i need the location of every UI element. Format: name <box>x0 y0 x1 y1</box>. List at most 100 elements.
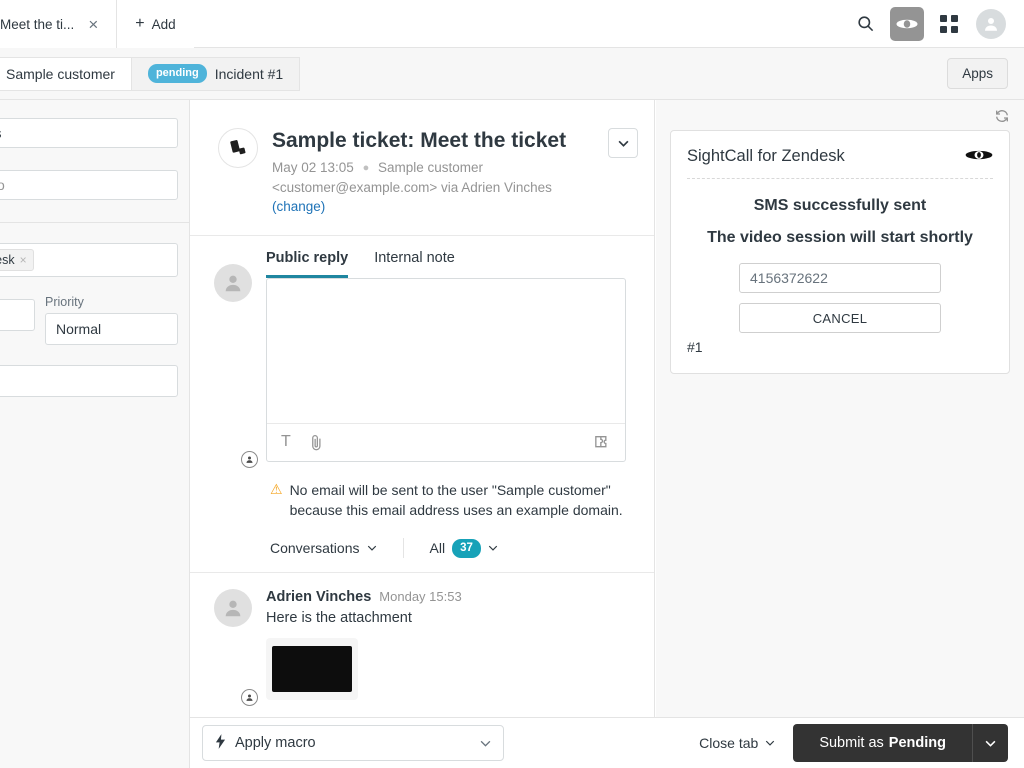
breadcrumb: Sample customer pending Incident #1 Apps <box>0 48 1024 100</box>
add-tab-label: Add <box>151 16 176 32</box>
attachment-thumbnail[interactable] <box>266 638 358 701</box>
sidebar-scroll-inner: ...rien Vinches ...r contact info ...rt … <box>0 100 189 397</box>
sightcall-footnote: #1 <box>687 339 703 355</box>
ticket-email-via: <customer@example.com> via Adrien Vinche… <box>272 179 552 195</box>
comment-text: Here is the attachment <box>266 610 412 627</box>
extra-field[interactable] <box>0 365 178 397</box>
breadcrumb-ticket-label: Incident #1 <box>214 65 284 82</box>
submit-options-button[interactable] <box>972 724 1008 762</box>
conversations-count-dropdown[interactable]: All 37 <box>429 538 498 559</box>
conversations-filter-label: All <box>429 540 446 557</box>
add-tab-button[interactable]: + Add <box>117 0 194 48</box>
assignee-field[interactable]: ...rien Vinches <box>0 118 178 148</box>
apps-button-wrap: Apps <box>947 58 1024 89</box>
composer-avatar <box>214 250 258 468</box>
reply-textarea[interactable] <box>267 279 625 423</box>
avatar <box>214 263 252 302</box>
public-reply-badge-icon <box>241 450 258 468</box>
ticket-tab[interactable]: Meet the ti... × <box>0 0 118 48</box>
zendesk-agent-window: Meet the ti... × + Add Sample customer p… <box>0 0 1024 768</box>
avatar <box>976 8 1006 39</box>
apply-macro-label: Apply macro <box>235 735 316 751</box>
status-badge: pending <box>147 64 207 83</box>
ticket-footer-bar: Apply macro Close tab Submit as Pending <box>190 717 1024 768</box>
ticket-header: Sample ticket: Meet the ticket May 02 13… <box>190 100 654 236</box>
tags-field[interactable]: ...rt × zendesk × <box>0 243 178 277</box>
reply-tab-bar: Public reply Internal note <box>266 250 626 278</box>
ticket-channel-icon <box>218 128 258 168</box>
user-avatar-icon[interactable] <box>974 7 1008 41</box>
change-requester-link[interactable]: (change) <box>272 199 325 214</box>
comment-body: Adrien Vinches Monday 15:53 Here is the … <box>266 589 626 701</box>
comment-avatar <box>214 589 258 707</box>
grid-apps-icon[interactable] <box>932 7 966 41</box>
refresh-icon[interactable] <box>994 108 1010 124</box>
breadcrumb-customer[interactable]: Sample customer <box>0 56 132 91</box>
ticket-options-button[interactable] <box>608 128 638 158</box>
text-format-icon[interactable]: T <box>281 433 291 451</box>
chevron-down-icon <box>766 740 775 746</box>
apps-button[interactable]: Apps <box>947 58 1008 89</box>
top-nav-bar: Meet the ti... × + Add <box>0 0 1024 48</box>
plus-icon: + <box>135 15 145 32</box>
search-icon[interactable] <box>848 7 882 41</box>
ticket-submeta: May 02 13:05 ● Sample customer <customer… <box>272 158 594 217</box>
submit-prefix-label: Submit as <box>819 735 884 751</box>
composer-area: Public reply Internal note T <box>190 236 654 468</box>
ticket-meta: Sample ticket: Meet the ticket May 02 13… <box>272 128 594 217</box>
comment-timestamp: Monday 15:53 <box>379 589 462 605</box>
submit-group: Submit as Pending <box>793 724 1008 762</box>
ticket-tab-label: Meet the ti... <box>0 16 75 32</box>
phone-number-input[interactable] <box>739 263 941 293</box>
tag-chip[interactable]: zendesk × <box>0 249 34 271</box>
apply-macro-select[interactable]: Apply macro <box>202 725 504 761</box>
apps-sidebar: SightCall for Zendesk SMS successfully s… <box>656 100 1024 768</box>
tab-internal-note[interactable]: Internal note <box>374 250 455 278</box>
close-icon[interactable]: × <box>84 16 102 33</box>
tab-public-reply[interactable]: Public reply <box>266 250 349 278</box>
apps-refresh-row <box>656 100 1024 130</box>
ticket-requester: Sample customer <box>378 160 484 176</box>
sightcall-message-session: The video session will start shortly <box>707 229 973 246</box>
close-icon[interactable]: × <box>20 253 27 267</box>
sidebar-divider <box>0 222 189 223</box>
conversations-label: Conversations <box>270 540 360 557</box>
attachment-image <box>272 646 352 693</box>
sightcall-eye-icon[interactable] <box>890 6 924 41</box>
sightcall-eye-logo-icon <box>965 148 993 166</box>
breadcrumb-group: Sample customer pending Incident #1 <box>0 56 301 91</box>
breadcrumb-ticket[interactable]: pending Incident #1 <box>131 56 301 91</box>
sightcall-title: SightCall for Zendesk <box>687 147 845 165</box>
close-tab-dropdown[interactable]: Close tab <box>699 735 775 751</box>
conversations-dropdown[interactable]: Conversations <box>270 540 377 556</box>
cancel-button[interactable]: CANCEL <box>739 303 941 333</box>
priority-label: Priority <box>45 295 84 309</box>
type-select[interactable] <box>0 299 35 331</box>
reply-editor[interactable]: T <box>266 277 626 462</box>
sightcall-card-header: SightCall for Zendesk <box>687 147 993 179</box>
avatar <box>214 589 252 628</box>
close-tab-label: Close tab <box>699 735 759 751</box>
submit-button[interactable]: Submit as Pending <box>793 724 972 762</box>
dot-separator-icon: ● <box>362 161 370 174</box>
priority-select[interactable]: Normal <box>45 313 178 345</box>
ticket-properties-sidebar: ...rien Vinches ...r contact info ...rt … <box>0 100 190 768</box>
page-title: Sample ticket: Meet the ticket <box>272 129 567 152</box>
breadcrumb-customer-label: Sample customer <box>6 65 115 82</box>
attachment-paperclip-icon[interactable] <box>309 434 324 451</box>
topbar-icon-group <box>848 0 1024 47</box>
no-email-warning: ⚠ No email will be sent to the user "Sam… <box>190 462 654 521</box>
chevron-down-icon <box>367 546 376 552</box>
comment-author: Adrien Vinches <box>266 589 372 606</box>
divider <box>402 538 404 559</box>
ticket-tab-strip: Meet the ti... × <box>0 0 118 48</box>
puzzle-apps-icon[interactable] <box>594 435 611 450</box>
lightning-bolt-icon <box>215 733 226 753</box>
sidebar-field-row: Priority Normal <box>0 295 178 345</box>
conversations-filter-bar: Conversations All 37 <box>190 520 654 574</box>
chevron-down-icon <box>480 740 491 747</box>
sightcall-app-card: SightCall for Zendesk SMS successfully s… <box>670 130 1010 374</box>
no-email-warning-text: No email will be sent to the user "Sampl… <box>289 481 623 519</box>
contact-info-field[interactable]: ...r contact info <box>0 170 178 200</box>
sightcall-message-sent: SMS successfully sent <box>753 197 927 214</box>
